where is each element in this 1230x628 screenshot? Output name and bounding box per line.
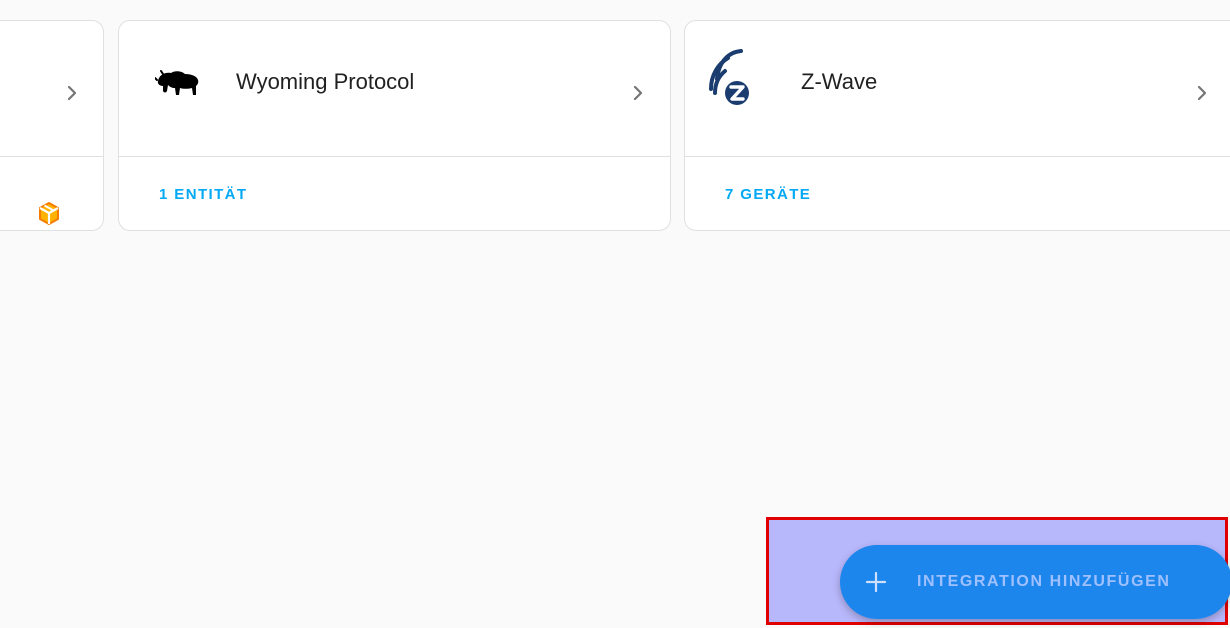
devices-link[interactable]: 7 GERÄTE [725,186,811,203]
add-integration-label: INTEGRATION HINZUFÜGEN [917,573,1171,590]
integration-card-zwave[interactable]: Z-Wave 7 GERÄTE [684,20,1230,231]
entities-link[interactable]: 1 ENTITÄT [159,186,247,203]
plus-icon [865,571,887,593]
integration-card-partial[interactable] [0,20,104,231]
card-header[interactable]: Z-Wave [685,21,1230,157]
chevron-right-icon [633,85,643,101]
chevron-right-icon [67,85,77,101]
card-header[interactable] [0,21,103,157]
integrations-page: Wyoming Protocol 1 ENTITÄT Z-Wave 7 GERÄ… [0,0,1230,628]
integration-title: Z-Wave [801,69,878,94]
chevron-right-icon [1197,85,1207,101]
integration-card-wyoming[interactable]: Wyoming Protocol 1 ENTITÄT [118,20,671,231]
cube-package-icon[interactable] [38,202,60,226]
zwave-icon [709,49,749,105]
add-integration-button[interactable]: INTEGRATION HINZUFÜGEN [840,545,1230,619]
card-header[interactable]: Wyoming Protocol [119,21,670,157]
integration-title: Wyoming Protocol [236,69,415,94]
bison-icon [155,70,199,95]
